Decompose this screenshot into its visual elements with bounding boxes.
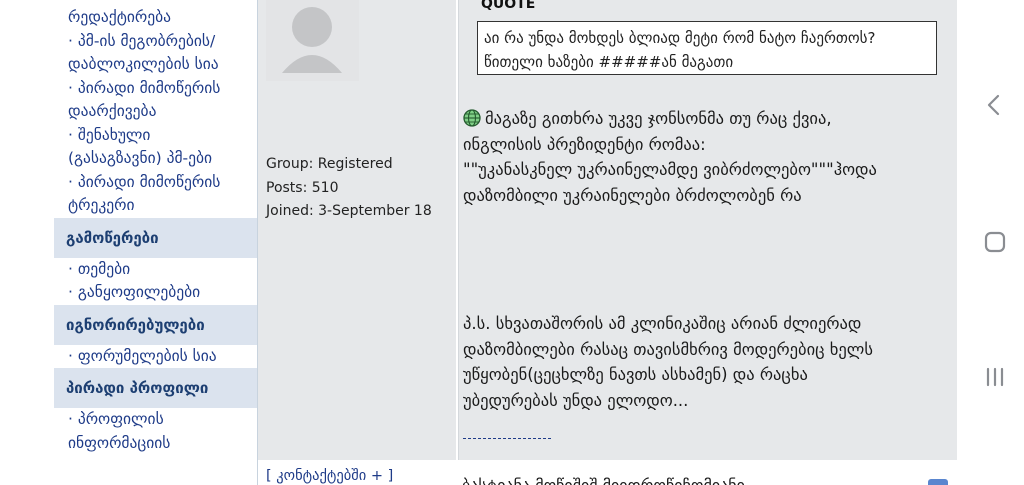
sidebar-link[interactable]: (გასაგზავნი) პმ-ები: [54, 147, 257, 171]
recents-bars-icon[interactable]: [984, 366, 1006, 392]
sidebar-link[interactable]: · პირადი მიმოწერის: [54, 77, 257, 101]
sidebar: რედაქტირება · პმ-ის მეგობრების/დაბლოკილებ…: [54, 0, 258, 485]
post-line: ინგლისის პრეზიდენტი რომაა:: [463, 134, 706, 154]
signature-divider: [463, 438, 551, 440]
next-post-text: ბასტიანა მოწიშიშ მიიდროწიჩომიანი: [462, 476, 745, 485]
post-line: პ.ს. სხვათაშორის ამ კლინიკაშიც არიან ძლი…: [463, 314, 862, 333]
quote-label: QUOTE: [481, 0, 536, 12]
post-body: QUOTE აი რა უნდა მოხდეს ბლიად მეტი რომ ნ…: [458, 0, 957, 460]
sidebar-link[interactable]: · შენახული: [54, 124, 257, 148]
post-line: მაგაზე გითხრა უკვე ჯონსონმა თუ რაც ქვია,: [463, 106, 953, 132]
post-line: დაზომბილი უკრაინელები ბრძოლობენ რა: [463, 185, 802, 205]
home-square-icon[interactable]: [984, 231, 1006, 257]
author-group: Group: Registered: [266, 156, 393, 172]
post-action-button[interactable]: [928, 479, 948, 485]
post-paragraph: პ.ს. სხვათაშორის ამ კლინიკაშიც არიან ძლი…: [463, 311, 943, 413]
sidebar-link[interactable]: ტრეკერი: [54, 194, 257, 218]
post-line: ""უკანასკნელ უკრაინელამდე ვიბრძოლებო"""ჰ…: [463, 160, 877, 179]
post-line: დაზომბილები რასაც თავისმხრივ მოდერებიც ხ…: [463, 339, 873, 359]
sidebar-section-heading: პირადი პროფილი: [54, 368, 257, 408]
sidebar-link[interactable]: ინფორმაციის: [54, 432, 257, 456]
quote-box: აი რა უნდა მოხდეს ბლიად მეტი რომ ნატო ჩა…: [477, 21, 937, 75]
post-text: მაგაზე გითხრა უკვე ჯონსონმა თუ რაც ქვია,: [485, 109, 832, 128]
author-joined: Joined: 3-September 18: [266, 203, 432, 219]
author-posts: Posts: 510: [266, 179, 339, 196]
sidebar-section-heading: იგნორირებულები: [54, 304, 257, 345]
next-post-strip: ბასტიანა მოწიშიშ მიიდროწიჩომიანი: [458, 462, 956, 485]
quote-line: წითელი ხაზები #####ან მაგათი: [484, 53, 734, 71]
sidebar-link[interactable]: · განყოფილებები: [54, 281, 257, 305]
sidebar-link[interactable]: რედაქტირება: [54, 6, 257, 30]
post-paragraph: მაგაზე გითხრა უკვე ჯონსონმა თუ რაც ქვია,…: [463, 106, 953, 208]
add-to-contacts-link[interactable]: [ კონტაქტებში + ]: [258, 462, 456, 485]
sidebar-link[interactable]: · ფორუმელების სია: [54, 345, 257, 369]
globe-emoji-icon: [463, 109, 481, 127]
sidebar-link[interactable]: · პირადი მიმოწერის: [54, 171, 257, 195]
sidebar-list: რედაქტირება · პმ-ის მეგობრების/დაბლოკილებ…: [54, 6, 257, 455]
sidebar-link[interactable]: დაარქივება: [54, 100, 257, 124]
sidebar-link[interactable]: · პროფილის: [54, 408, 257, 432]
default-avatar-icon[interactable]: [266, 0, 359, 81]
post-author-profile: Group: Registered Posts: 510 Joined: 3-S…: [258, 0, 456, 460]
browser-viewport: რედაქტირება · პმ-ის მეგობრების/დაბლოკილებ…: [48, 0, 960, 485]
chevron-left-icon[interactable]: [984, 94, 1004, 120]
post-line: უბედურებას უნდა ელოდო...: [463, 390, 689, 410]
post-line: უწყობენ(ცეცხლზე ნავთს ასხამენ) და რაცხა: [463, 365, 808, 384]
sidebar-link[interactable]: · თემები: [54, 258, 257, 282]
author-info: Group: Registered Posts: 510 Joined: 3-S…: [266, 153, 432, 224]
sidebar-link[interactable]: · პმ-ის მეგობრების/: [54, 30, 257, 54]
quote-line: აი რა უნდა მოხდეს ბლიად მეტი რომ ნატო ჩა…: [484, 29, 876, 47]
sidebar-section-heading: გამოწერები: [54, 217, 257, 258]
android-nav-bar: [960, 0, 1024, 485]
sidebar-link[interactable]: დაბლოკილების სია: [54, 53, 257, 77]
